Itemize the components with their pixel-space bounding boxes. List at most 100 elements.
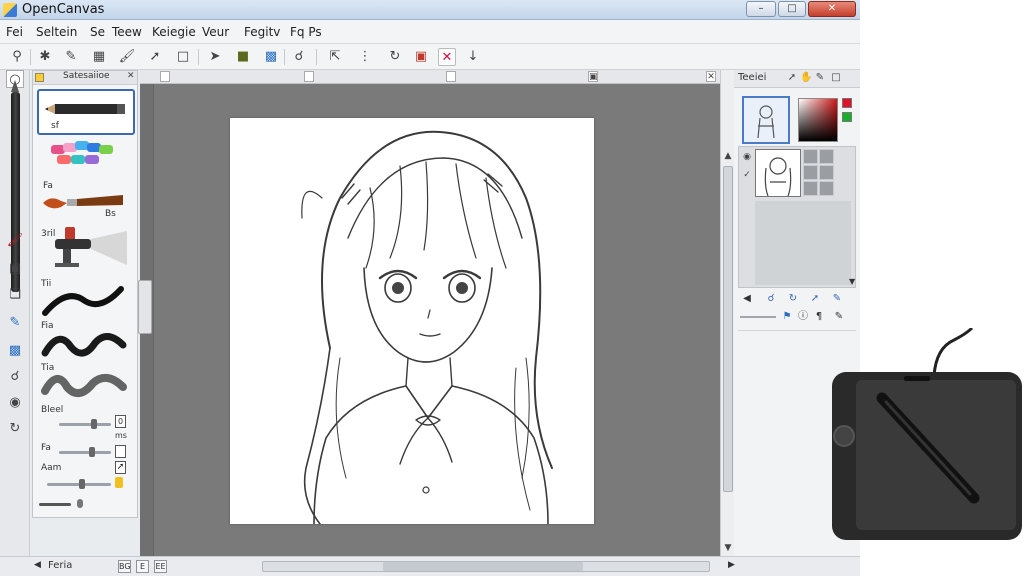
layer-opacity-slider[interactable] — [740, 316, 776, 318]
layer-scroll-down-icon[interactable]: ▼ — [849, 277, 855, 286]
menu-item-view[interactable]: Teew — [112, 25, 142, 39]
scroll-thumb[interactable] — [723, 166, 733, 492]
frame-icon[interactable]: □ — [830, 72, 842, 84]
maximize-button[interactable]: □ — [778, 1, 806, 17]
layer-pencil-icon[interactable]: ✎ — [832, 310, 846, 324]
slider-label: Fa — [41, 443, 51, 453]
background-toggle-button[interactable]: BG — [118, 560, 131, 573]
panel-collapse-handle[interactable] — [138, 280, 152, 334]
fill-tool-icon[interactable]: ▩ — [6, 342, 24, 360]
layers-stack-icon[interactable]: ▩ — [262, 48, 280, 66]
layer-paragraph-icon[interactable]: ¶ — [812, 310, 826, 324]
rotate-tool-icon[interactable]: ↻ — [6, 420, 24, 438]
layer-brush-icon[interactable]: ✎ — [830, 292, 844, 306]
menu-item-keiegie[interactable]: Keiegie — [152, 25, 196, 39]
layer-info-icon[interactable]: ⓘ — [796, 310, 810, 324]
layer-move-icon[interactable]: ➚ — [808, 292, 822, 306]
size-slider-knob[interactable] — [91, 419, 97, 429]
flow-slider-knob[interactable] — [89, 447, 95, 457]
layer-lock-icon[interactable]: ✓ — [741, 169, 753, 181]
pencil-icon[interactable]: ✎ — [814, 72, 826, 84]
grid-cell[interactable] — [803, 181, 818, 196]
brush-preset-pencil[interactable]: sf — [37, 89, 135, 135]
lasso-icon[interactable]: ✱ — [36, 48, 54, 66]
menu-item-help[interactable]: Fq Ps — [290, 25, 322, 39]
zoom-tool-icon[interactable]: ☌ — [6, 368, 24, 386]
eyedropper-tool-icon[interactable]: ◉ — [6, 394, 24, 412]
flow-slider-track[interactable] — [59, 451, 111, 454]
scroll-right-arrow-icon[interactable]: ▶ — [728, 560, 735, 570]
move-icon[interactable]: ➚ — [146, 48, 164, 66]
menu-item-se[interactable]: Se — [90, 25, 105, 39]
primary-color-swatch[interactable] — [842, 98, 852, 108]
status-arrow-icon[interactable]: ◀ — [34, 560, 41, 570]
save-icon[interactable]: ↓ — [464, 48, 482, 66]
grid-cell[interactable] — [803, 165, 818, 180]
layer-visibility-icon[interactable]: ◉ — [741, 151, 753, 163]
brush-panel-close-icon[interactable]: ✕ — [127, 71, 135, 81]
layer-list[interactable]: ◉ ✓ ▼ — [738, 146, 856, 288]
navigator-thumbnail[interactable] — [742, 96, 790, 144]
grid-cell[interactable] — [819, 149, 834, 164]
status-button[interactable]: EE — [154, 560, 167, 573]
select-icon[interactable]: ➤ — [206, 48, 224, 66]
layer-empty-area[interactable] — [755, 201, 851, 285]
grid-cell[interactable] — [819, 165, 834, 180]
close-button[interactable]: ✕ — [808, 1, 856, 17]
size-slider-track[interactable] — [59, 423, 111, 426]
size-value-box[interactable]: 0 — [115, 415, 126, 428]
secondary-color-swatch[interactable] — [842, 112, 852, 122]
layer-link-icon[interactable]: ↻ — [786, 292, 800, 306]
search-icon[interactable]: ⚲ — [8, 48, 26, 66]
brush-tool-icon[interactable]: 🖌 — [6, 232, 24, 250]
menu-item-file[interactable]: Fei — [6, 25, 23, 39]
opacity-slider-knob[interactable] — [79, 479, 85, 489]
brush-icon[interactable]: 🖌 — [118, 48, 136, 66]
canvas-horizontal-scrollbar[interactable] — [262, 561, 710, 572]
flow-value-box[interactable] — [115, 445, 126, 458]
transform-icon[interactable]: ⇱ — [326, 48, 344, 66]
delete-icon[interactable]: ✕ — [438, 48, 456, 66]
marquee-tool-icon[interactable]: ❏ — [6, 286, 24, 304]
layer-zoom-icon[interactable]: ☌ — [764, 292, 778, 306]
grid-cell[interactable] — [803, 149, 818, 164]
brush-preset-airbrush[interactable] — [37, 225, 135, 271]
dots-icon[interactable]: ⋮ — [356, 48, 374, 66]
layer-thumbnail[interactable] — [755, 149, 801, 197]
layer-flag-icon[interactable]: ⚑ — [780, 310, 794, 324]
menu-item-veur[interactable]: Veur — [202, 25, 229, 39]
hand-icon[interactable]: ✋ — [800, 72, 812, 84]
brush-preset-crayons[interactable] — [37, 135, 135, 181]
menu-item-fegitv[interactable]: Fegitv — [244, 25, 280, 39]
color-picker[interactable] — [798, 98, 838, 142]
artboard[interactable] — [230, 118, 594, 525]
rotate-icon[interactable]: ↻ — [386, 48, 404, 66]
bucket-icon[interactable]: ▦ — [90, 48, 108, 66]
app-window: OpenCanvas – □ ✕ Fei Seltein Se Teew Kei… — [0, 0, 860, 576]
canvas-vertical-scrollbar[interactable]: ▲ ▼ — [720, 70, 734, 556]
brush-preset-paintbrush[interactable] — [37, 183, 135, 229]
pen-tool-icon[interactable]: ✎ — [6, 314, 24, 332]
pick-color-icon[interactable]: ➚ — [115, 461, 126, 474]
zoom-icon[interactable]: ☌ — [290, 48, 308, 66]
layer-icon[interactable]: ■ — [234, 48, 252, 66]
ruler-marker[interactable]: ▣ — [588, 71, 598, 82]
ruler-marker[interactable] — [446, 71, 456, 82]
minimize-button[interactable]: – — [746, 1, 776, 17]
menu-item-selection[interactable]: Seltein — [36, 25, 77, 39]
filter-icon[interactable]: ▣ — [412, 48, 430, 66]
frame-icon[interactable]: □ — [174, 48, 192, 66]
arrow-icon[interactable]: ➚ — [786, 72, 798, 84]
pen-icon[interactable]: ✎ — [62, 48, 80, 66]
ruler-marker[interactable] — [160, 71, 170, 82]
drawing-tablet-icon — [832, 326, 1022, 540]
canvas-tool-icon[interactable]: ▣ — [6, 260, 24, 278]
status-button[interactable]: E — [136, 560, 149, 573]
scroll-up-arrow-icon[interactable]: ▲ — [722, 150, 734, 162]
ruler-marker[interactable] — [304, 71, 314, 82]
layer-prev-icon[interactable]: ◀ — [740, 292, 754, 306]
horizontal-scroll-thumb[interactable] — [383, 562, 583, 571]
canvas-close-icon[interactable]: ✕ — [706, 71, 716, 82]
grid-cell[interactable] — [819, 181, 834, 196]
scroll-down-arrow-icon[interactable]: ▼ — [722, 542, 734, 554]
